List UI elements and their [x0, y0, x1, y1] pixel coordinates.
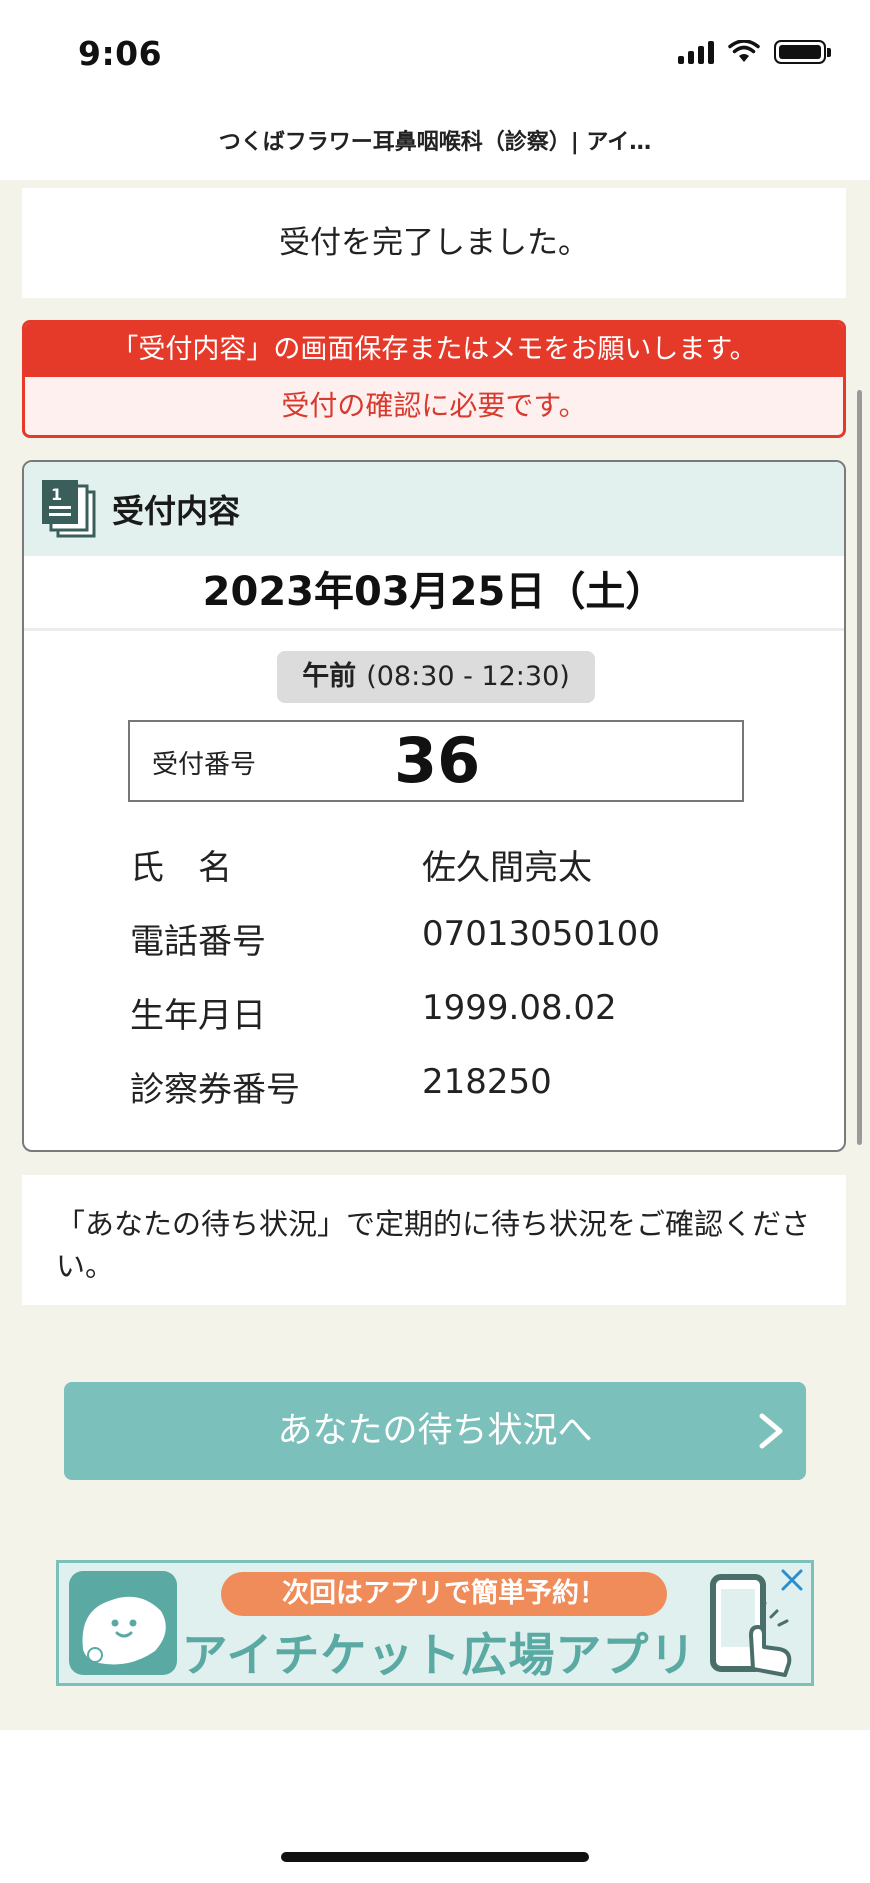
- reception-card-header: 1 受付内容: [24, 462, 844, 556]
- wait-status-button-label: あなたの待ち状況へ: [277, 1411, 593, 1451]
- patient-card-value: 218250: [422, 1062, 552, 1102]
- wifi-icon: [728, 40, 760, 62]
- name-label: 氏 名: [130, 848, 232, 888]
- phone-label: 電話番号: [130, 922, 266, 962]
- reception-number-label: 受付番号: [152, 750, 257, 780]
- birthdate-value: 1999.08.02: [422, 988, 617, 1028]
- phone-value: 07013050100: [422, 914, 660, 954]
- mascot-icon: [69, 1571, 177, 1675]
- reception-card: 1 受付内容 2023年03月25日（土） 午前 (08:30 - 12:30) …: [22, 460, 846, 1152]
- status-time: 9:06: [78, 34, 163, 73]
- chevron-right-icon: [759, 1413, 783, 1449]
- battery-icon: [774, 40, 831, 64]
- reception-number-value: 36: [394, 724, 481, 797]
- info-row-phone: 電話番号 07013050100: [130, 914, 770, 964]
- info-row-patient-card: 診察券番号 218250: [130, 1062, 770, 1112]
- period-label: 午前: [302, 661, 357, 692]
- status-bar: 9:06: [0, 0, 870, 110]
- home-indicator[interactable]: [281, 1852, 589, 1862]
- banner-title: アイチケット広場アプリ: [181, 1628, 697, 1682]
- birthdate-label: 生年月日: [130, 996, 266, 1036]
- status-icons: [678, 40, 831, 64]
- period-time: (08:30 - 12:30): [366, 661, 570, 692]
- wait-status-button[interactable]: あなたの待ち状況へ: [64, 1382, 806, 1480]
- patient-card-label: 診察券番号: [130, 1070, 300, 1110]
- cellular-signal-icon: [678, 40, 714, 64]
- document-stack-icon: 1: [42, 480, 96, 538]
- wait-status-note-text: 「あなたの待ち状況」で定期的に待ち状況をご確認ください。: [56, 1207, 811, 1283]
- period-badge: 午前 (08:30 - 12:30): [277, 651, 595, 703]
- reception-date: 2023年03月25日（土）: [24, 556, 844, 631]
- completion-card: 受付を完了しました。: [22, 188, 846, 298]
- scrollbar[interactable]: [857, 390, 862, 1145]
- svg-text:1: 1: [51, 485, 62, 504]
- save-notice-line1: 「受付内容」の画面保存またはメモをお願いします。: [25, 323, 843, 377]
- page-title-bar: つくばフラワー耳鼻咽喉科（診察）| アイ…: [0, 110, 870, 181]
- info-row-name: 氏 名 佐久間亮太: [130, 840, 770, 890]
- page-content: 受付を完了しました。 「受付内容」の画面保存またはメモをお願いします。 受付の確…: [0, 180, 870, 1730]
- save-notice-line2: 受付の確認に必要です。: [281, 389, 587, 422]
- name-value: 佐久間亮太: [422, 848, 592, 888]
- close-icon[interactable]: [779, 1567, 805, 1593]
- wait-status-note: 「あなたの待ち状況」で定期的に待ち状況をご確認ください。: [22, 1175, 846, 1305]
- reception-number-box: 受付番号 36: [128, 720, 744, 802]
- info-row-birthdate: 生年月日 1999.08.02: [130, 988, 770, 1038]
- reception-card-title: 受付内容: [112, 492, 241, 530]
- page-title: つくばフラワー耳鼻咽喉科（診察）| アイ…: [218, 130, 652, 155]
- completion-message: 受付を完了しました。: [279, 225, 589, 261]
- app-promo-banner[interactable]: 次回はアプリで簡単予約！ アイチケット広場アプリ: [56, 1560, 814, 1686]
- banner-tagline: 次回はアプリで簡単予約！: [221, 1572, 667, 1616]
- save-notice: 「受付内容」の画面保存またはメモをお願いします。 受付の確認に必要です。: [22, 320, 846, 438]
